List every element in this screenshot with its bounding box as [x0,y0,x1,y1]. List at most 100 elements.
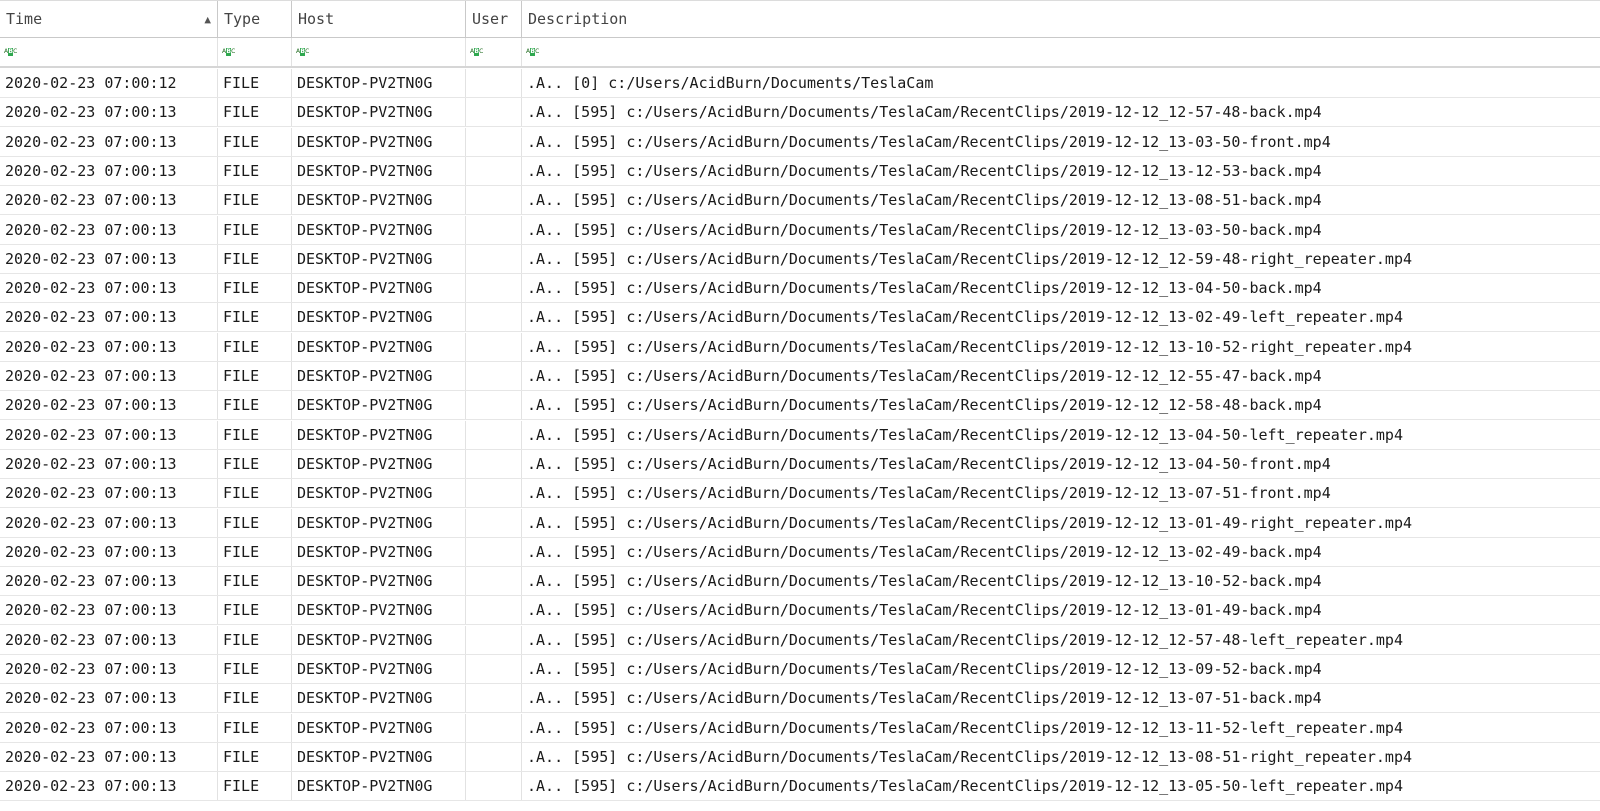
cell-time: 2020-02-23 07:00:13 [0,362,218,390]
filter-cell-type[interactable]: ABC [218,38,292,66]
cell-host: DESKTOP-PV2TN0G [292,274,466,303]
cell-host: DESKTOP-PV2TN0G [292,215,466,244]
cell-host: DESKTOP-PV2TN0G [292,625,466,654]
filter-cell-time[interactable]: ABC [0,38,218,66]
cell-type: FILE [218,362,292,390]
table-row[interactable]: 2020-02-23 07:00:13 FILE DESKTOP-PV2TN0G .A… [0,625,1600,655]
cell-user [466,156,522,185]
cell-time: 2020-02-23 07:00:12 [0,69,218,97]
abc-filter-icon[interactable]: ABC [470,48,483,56]
cell-time: 2020-02-23 07:00:13 [0,772,218,801]
abc-filter-icon[interactable]: ABC [526,48,539,56]
abc-filter-icon[interactable]: ABC [4,48,17,56]
cell-type: FILE [218,156,292,185]
cell-description: .A.. [595] c:/Users/AcidBurn/Documents/T… [527,454,1331,473]
cell-user [466,567,522,596]
column-header-type-label: Type [224,10,261,28]
cell-time: 2020-02-23 07:00:13 [0,303,218,332]
cell-user [466,537,522,566]
table-row[interactable]: 2020-02-23 07:00:13 FILE DESKTOP-PV2TN0G .A… [0,303,1600,333]
table-row[interactable]: 2020-02-23 07:00:13 FILE DESKTOP-PV2TN0G .A… [0,713,1600,743]
cell-description: .A.. [595] c:/Users/AcidBurn/Documents/T… [527,630,1403,649]
cell-host: DESKTOP-PV2TN0G [292,449,466,478]
filter-cell-host[interactable]: ABC [292,38,466,66]
cell-type: FILE [218,684,292,713]
abc-filter-icon[interactable]: ABC [222,48,235,56]
table-row[interactable]: 2020-02-23 07:00:13 FILE DESKTOP-PV2TN0G .A… [0,420,1600,450]
cell-host: DESKTOP-PV2TN0G [292,69,466,97]
cell-type: FILE [218,98,292,127]
column-header-type[interactable]: Type [218,1,292,38]
cell-type: FILE [218,303,292,332]
cell-user [466,332,522,361]
table-row[interactable]: 2020-02-23 07:00:13 FILE DESKTOP-PV2TN0G .A… [0,156,1600,186]
cell-user [466,742,522,771]
sort-ascending-icon[interactable]: ▲ [204,1,211,38]
cell-description: .A.. [0] c:/Users/AcidBurn/Documents/Tes… [527,74,934,92]
table-row[interactable]: 2020-02-23 07:00:13 FILE DESKTOP-PV2TN0G .A… [0,567,1600,597]
cell-type: FILE [218,244,292,273]
table-row[interactable]: 2020-02-23 07:00:13 FILE DESKTOP-PV2TN0G .A… [0,655,1600,684]
cell-time: 2020-02-23 07:00:13 [0,625,218,654]
cell-host: DESKTOP-PV2TN0G [292,772,466,801]
cell-type: FILE [218,449,292,478]
table-row[interactable]: 2020-02-23 07:00:13 FILE DESKTOP-PV2TN0G .A… [0,215,1600,245]
column-header-description[interactable]: Description [522,1,1600,38]
cell-type: FILE [218,69,292,97]
table-row[interactable]: 2020-02-23 07:00:13 FILE DESKTOP-PV2TN0G .A… [0,449,1600,479]
cell-time: 2020-02-23 07:00:13 [0,244,218,273]
cell-user [466,391,522,420]
cell-time: 2020-02-23 07:00:13 [0,391,218,420]
cell-time: 2020-02-23 07:00:13 [0,215,218,244]
cell-description: .A.. [595] c:/Users/AcidBurn/Documents/T… [527,572,1322,591]
column-header-host-label: Host [298,10,335,28]
table-row[interactable]: 2020-02-23 07:00:13 FILE DESKTOP-PV2TN0G .A… [0,479,1600,509]
table-row[interactable]: 2020-02-23 07:00:13 FILE DESKTOP-PV2TN0G .A… [0,596,1600,626]
table-row[interactable]: 2020-02-23 07:00:13 FILE DESKTOP-PV2TN0G .A… [0,127,1600,157]
table-row[interactable]: 2020-02-23 07:00:13 FILE DESKTOP-PV2TN0G .A… [0,244,1600,274]
cell-user [466,449,522,478]
cell-type: FILE [218,596,292,625]
cell-time: 2020-02-23 07:00:13 [0,713,218,742]
column-header-user[interactable]: User [466,1,522,38]
cell-description: .A.. [595] c:/Users/AcidBurn/Documents/T… [527,161,1322,180]
column-header-time[interactable]: Time ▲ [0,1,218,38]
filter-cell-description[interactable]: ABC [522,38,1600,66]
table-row[interactable]: 2020-02-23 07:00:13 FILE DESKTOP-PV2TN0G .A… [0,772,1600,802]
cell-user [466,186,522,215]
cell-type: FILE [218,127,292,156]
filter-cell-user[interactable]: ABC [466,38,522,66]
cell-host: DESKTOP-PV2TN0G [292,303,466,332]
table-row[interactable]: 2020-02-23 07:00:13 FILE DESKTOP-PV2TN0G .A… [0,98,1600,128]
cell-time: 2020-02-23 07:00:13 [0,655,218,683]
cell-type: FILE [218,186,292,215]
table-row[interactable]: 2020-02-23 07:00:13 FILE DESKTOP-PV2TN0G .A… [0,186,1600,216]
table-row[interactable]: 2020-02-23 07:00:13 FILE DESKTOP-PV2TN0G .A… [0,274,1600,304]
cell-user [466,508,522,537]
table-row[interactable]: 2020-02-23 07:00:13 FILE DESKTOP-PV2TN0G .A… [0,537,1600,567]
cell-host: DESKTOP-PV2TN0G [292,713,466,742]
abc-filter-icon[interactable]: ABC [296,48,309,56]
cell-user [466,713,522,742]
cell-user [466,420,522,449]
cell-description: .A.. [595] c:/Users/AcidBurn/Documents/T… [527,425,1403,444]
table-row[interactable]: 2020-02-23 07:00:13 FILE DESKTOP-PV2TN0G .A… [0,332,1600,362]
cell-host: DESKTOP-PV2TN0G [292,508,466,537]
table-row[interactable]: 2020-02-23 07:00:13 FILE DESKTOP-PV2TN0G .A… [0,508,1600,538]
column-header-host[interactable]: Host [292,1,466,38]
table-row[interactable]: 2020-02-23 07:00:13 FILE DESKTOP-PV2TN0G .A… [0,391,1600,421]
cell-user [466,362,522,390]
cell-host: DESKTOP-PV2TN0G [292,742,466,771]
table-row[interactable]: 2020-02-23 07:00:12 FILE DESKTOP-PV2TN0G .A… [0,69,1600,98]
cell-time: 2020-02-23 07:00:13 [0,479,218,508]
cell-user [466,98,522,127]
cell-description: .A.. [595] c:/Users/AcidBurn/Documents/T… [527,747,1413,766]
table-row[interactable]: 2020-02-23 07:00:13 FILE DESKTOP-PV2TN0G .A… [0,684,1600,714]
cell-host: DESKTOP-PV2TN0G [292,391,466,420]
cell-host: DESKTOP-PV2TN0G [292,127,466,156]
cell-description: .A.. [595] c:/Users/AcidBurn/Documents/T… [527,513,1413,532]
cell-user [466,772,522,801]
cell-user [466,127,522,156]
table-row[interactable]: 2020-02-23 07:00:13 FILE DESKTOP-PV2TN0G .A… [0,362,1600,391]
table-row[interactable]: 2020-02-23 07:00:13 FILE DESKTOP-PV2TN0G .A… [0,742,1600,772]
